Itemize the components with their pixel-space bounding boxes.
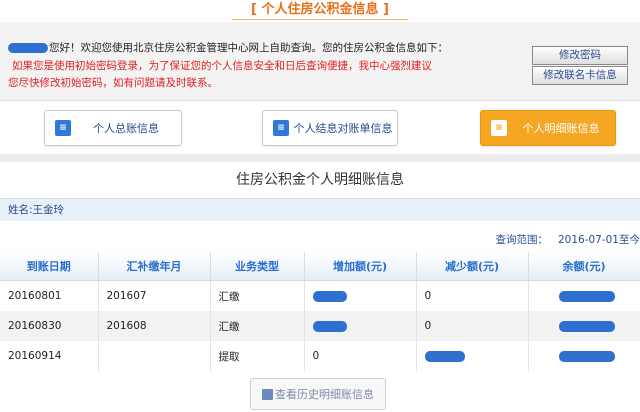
title-underline	[232, 19, 408, 20]
change-password-button[interactable]: 修改密码	[532, 46, 628, 65]
tab-detail-ledger[interactable]: ≡ 个人明细账信息	[480, 110, 616, 146]
column-header-balance: 余额(元)	[528, 252, 640, 281]
detail-section-title: 住房公积金个人明细账信息	[0, 162, 640, 199]
cell-period: 201608	[98, 311, 211, 341]
tab-label: 个人明细账信息	[522, 122, 600, 135]
view-history-label: 查看历史明细账信息	[275, 388, 374, 401]
cell-date: 20160830	[0, 311, 99, 341]
redacted-amount	[312, 290, 347, 302]
calendar-icon	[262, 388, 273, 400]
cell-balance	[528, 311, 640, 341]
cell-date: 20160801	[0, 280, 99, 311]
detail-ledger-table: 到账日期 汇补缴年月 业务类型 增加额(元) 减少额(元) 余额(元) 2016…	[0, 252, 640, 371]
redacted-amount	[558, 320, 615, 332]
redacted-amount	[558, 290, 615, 302]
query-range-label: 查询范围：	[495, 234, 548, 246]
document-icon: ≡	[55, 120, 71, 136]
greeting-line: 您好！欢迎您使用北京住房公积金管理中心网上自助查询。您的住房公积金信息如下：	[8, 40, 448, 55]
cell-balance	[528, 341, 640, 371]
greeting-text: 您好！欢迎您使用北京住房公积金管理中心网上自助查询。您的住房公积金信息如下：	[49, 42, 448, 54]
cell-increase: 0	[304, 341, 417, 371]
cell-type: 提取	[210, 341, 305, 371]
document-icon: ≡	[273, 120, 289, 136]
table-row: 20160830 201608 汇缴 0	[0, 311, 640, 341]
table-row: 20160914 提取 0	[0, 341, 640, 371]
section-divider	[0, 154, 640, 162]
warning-text-2: 您尽快修改初始密码，如有问题请及时联系。	[8, 77, 218, 89]
redacted-amount	[312, 320, 347, 332]
cell-period: 201607	[98, 280, 211, 311]
redacted-amount	[424, 350, 465, 362]
cell-decrease: 0	[416, 311, 529, 341]
tab-account-summary[interactable]: ≡ 个人总账信息	[44, 110, 182, 146]
cell-balance	[528, 280, 640, 311]
cell-decrease: 0	[416, 280, 529, 311]
table-header-row: 到账日期 汇补缴年月 业务类型 增加额(元) 减少额(元) 余额(元)	[0, 252, 640, 281]
table-row: 20160801 201607 汇缴 0	[0, 280, 640, 311]
document-icon: ≡	[491, 120, 507, 136]
tab-interest-statement[interactable]: ≡ 个人结息对账单信息	[262, 110, 398, 146]
redacted-amount	[558, 350, 615, 362]
column-header-date: 到账日期	[0, 252, 99, 281]
column-header-period: 汇补缴年月	[98, 252, 211, 281]
cell-type: 汇缴	[210, 311, 305, 341]
redacted-name	[8, 43, 48, 53]
column-header-type: 业务类型	[210, 252, 305, 281]
column-header-increase: 增加额(元)	[304, 252, 417, 281]
cell-period	[98, 341, 211, 371]
change-card-button[interactable]: 修改联名卡信息	[532, 66, 628, 85]
cell-increase	[304, 311, 417, 341]
notice-panel: 您好！欢迎您使用北京住房公积金管理中心网上自助查询。您的住房公积金信息如下： 如…	[0, 22, 640, 101]
cell-type: 汇缴	[210, 280, 305, 311]
account-holder-row: 姓名:王金玲	[0, 199, 640, 221]
column-header-decrease: 减少额(元)	[416, 252, 529, 281]
tab-label: 个人总账信息	[93, 122, 159, 135]
cell-date: 20160914	[0, 341, 99, 371]
tab-label: 个人结息对账单信息	[293, 122, 393, 135]
account-holder-name: 姓名:王金玲	[8, 204, 65, 216]
view-history-button[interactable]: 查看历史明细账信息	[250, 378, 386, 410]
query-range-value: 2016-07-01至今	[557, 234, 640, 246]
warning-text-1: 如果您是使用初始密码登录，为了保证您的个人信息安全和日后查询便捷，我中心强烈建议	[12, 60, 432, 72]
cell-increase	[304, 280, 417, 311]
query-range: 查询范围： 2016-07-01至今	[495, 232, 640, 247]
cell-decrease	[416, 341, 529, 371]
